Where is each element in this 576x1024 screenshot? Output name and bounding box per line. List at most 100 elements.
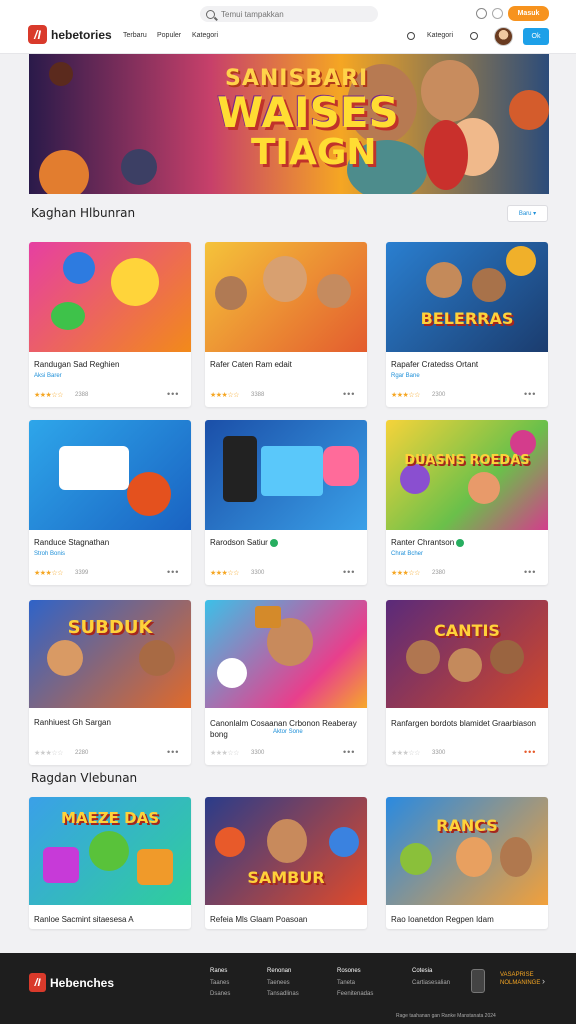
nav-item-populer[interactable]: Populer <box>157 32 181 39</box>
thumb-decoration <box>456 837 492 877</box>
copyright-text: Rage taahanan gan Ranke Manstanata 2024 <box>396 1013 496 1019</box>
game-thumbnail <box>29 420 191 530</box>
footer-column: Ranes Taanes Dsanes <box>210 968 230 1002</box>
game-title[interactable]: Refeia Mls Glaam Poasoan <box>210 915 360 924</box>
footer-link[interactable]: Feenitenadas <box>337 991 373 997</box>
game-thumbnail: BELERRAS <box>386 242 548 352</box>
game-card[interactable]: BELERRAS Rapafer Cratedss Ortant Rgar Ba… <box>386 242 548 407</box>
app-store-badge[interactable]: VASAPRISE NOLMANINGE <box>500 971 540 987</box>
sort-dropdown-label: Baru <box>518 210 532 217</box>
thumb-decoration <box>89 831 129 871</box>
verified-icon <box>456 538 465 547</box>
footer-link[interactable]: Taneta <box>337 980 373 986</box>
chevron-down-icon: ▾ <box>533 211 537 217</box>
thumb-decoration <box>223 436 257 502</box>
thumb-decoration <box>43 847 79 883</box>
game-card[interactable]: Randugan Sad Reghien Aksi Barer ★★★☆☆ 23… <box>29 242 191 407</box>
game-category[interactable]: Stroh Bonis <box>34 551 65 557</box>
phone-app-icon[interactable] <box>471 969 485 993</box>
more-options-icon[interactable]: ••• <box>524 389 536 399</box>
more-options-icon[interactable]: ••• <box>343 567 355 577</box>
play-count: 2280 <box>75 750 89 756</box>
search-input[interactable] <box>221 9 361 19</box>
nav-item-kategori[interactable]: Kategori <box>192 32 218 39</box>
game-category[interactable]: Rgar Bane <box>391 373 420 379</box>
rating-stars: ★★★☆☆ <box>391 392 420 399</box>
thumb-decoration <box>261 446 323 496</box>
game-title[interactable]: Ranter Chrantson <box>391 538 541 547</box>
game-card[interactable]: Canonlalm Cosaanan Crbonon Reaberay bong… <box>205 600 367 765</box>
search-icon[interactable] <box>407 32 415 40</box>
game-title[interactable]: Rarodson Satiur <box>210 538 360 547</box>
thumb-decoration <box>426 262 462 298</box>
more-options-icon[interactable]: ••• <box>524 567 536 577</box>
game-title[interactable]: Ranfargen bordots blamidet Graarbiason <box>391 718 541 740</box>
thumb-decoration <box>139 640 175 676</box>
thumb-decoration <box>448 648 482 682</box>
chevron-right-icon[interactable]: › <box>542 976 545 986</box>
sort-dropdown[interactable]: Baru ▾ <box>507 205 548 222</box>
game-title[interactable]: Ranhiuest Gh Sargan <box>34 718 184 727</box>
game-card[interactable]: SUBDUK Ranhiuest Gh Sargan ★★★☆☆ 2280 ••… <box>29 600 191 765</box>
footer-logo[interactable]: /I Hebenches <box>29 973 114 992</box>
thumb-decoration <box>255 606 281 628</box>
logo[interactable]: /I hebetories <box>28 25 112 44</box>
more-options-icon[interactable]: ••• <box>167 567 179 577</box>
footer-link[interactable]: Tansadlinas <box>267 991 299 997</box>
nav-item-terbaru[interactable]: Terbaru <box>123 32 147 39</box>
play-count: 3300 <box>432 750 446 756</box>
avatar[interactable] <box>494 27 513 46</box>
more-options-icon[interactable]: ••• <box>167 747 179 757</box>
logo-icon: /I <box>29 973 46 992</box>
footer-heading: Renonan <box>267 968 292 974</box>
hero-decoration <box>121 149 157 185</box>
more-options-icon[interactable]: ••• <box>343 389 355 399</box>
game-title[interactable]: Randugan Sad Reghien <box>34 360 184 369</box>
footer-link[interactable]: Taenees <box>267 980 299 986</box>
thumb-art-text: SUBDUK <box>67 617 153 638</box>
play-count: 3399 <box>75 570 89 576</box>
game-category[interactable]: Chrat Bcher <box>391 551 423 557</box>
rating-stars: ★★★☆☆ <box>34 392 63 399</box>
game-category[interactable]: Aktor Sone <box>273 729 303 735</box>
game-card[interactable]: MAEZE DAS Ranloe Sacmint sitaesesa A <box>29 797 191 929</box>
search-bar[interactable] <box>200 6 378 22</box>
footer-link[interactable]: Dsanes <box>210 991 230 997</box>
game-card[interactable]: RANCS Rao Ioanetdon Regpen Idam <box>386 797 548 929</box>
thumb-decoration <box>215 276 247 310</box>
hero-decoration <box>509 90 549 130</box>
footer-link[interactable]: Taanes <box>210 980 230 986</box>
play-count: 3300 <box>251 570 265 576</box>
game-card[interactable]: Rarodson Satiur ★★★☆☆ 3300 ••• <box>205 420 367 585</box>
search-icon[interactable] <box>470 32 478 40</box>
settings-icon[interactable] <box>492 8 503 19</box>
game-card[interactable]: SAMBUR Refeia Mls Glaam Poasoan <box>205 797 367 929</box>
nav-link-right[interactable]: Kategori <box>427 32 453 39</box>
thumb-decoration <box>323 446 359 486</box>
game-title[interactable]: Rao Ioanetdon Regpen Idam <box>391 915 541 924</box>
hero-banner[interactable]: SANISBARI WAISES TIAGN <box>29 54 549 194</box>
signin-button[interactable]: Masuk <box>508 6 549 21</box>
more-options-icon[interactable]: ••• <box>343 747 355 757</box>
rating-stars: ★★★☆☆ <box>391 750 420 757</box>
menu-button[interactable]: Ok <box>523 28 549 45</box>
thumb-decoration <box>127 472 171 516</box>
thumb-decoration <box>490 640 524 674</box>
game-title[interactable]: Rafer Caten Ram edait <box>210 360 360 369</box>
more-options-icon[interactable]: ••• <box>167 389 179 399</box>
thumb-decoration <box>137 849 173 885</box>
thumb-decoration <box>63 252 95 284</box>
game-title[interactable]: Ranloe Sacmint sitaesesa A <box>34 915 184 924</box>
footer-link[interactable]: Cartiasesalian <box>412 980 450 986</box>
game-card[interactable]: Randuce Stagnathan Stroh Bonis ★★★☆☆ 339… <box>29 420 191 585</box>
more-options-icon[interactable]: ••• <box>524 747 536 757</box>
game-title[interactable]: Rapafer Cratedss Ortant <box>391 360 541 369</box>
game-category[interactable]: Aksi Barer <box>34 373 62 379</box>
notification-icon[interactable] <box>476 8 487 19</box>
hero-decoration <box>49 62 73 86</box>
game-card[interactable]: DUASNS ROEDAS Ranter Chrantson Chrat Bch… <box>386 420 548 585</box>
game-title[interactable]: Randuce Stagnathan <box>34 538 184 547</box>
play-count: 2380 <box>432 570 446 576</box>
game-card[interactable]: CANTIS Ranfargen bordots blamidet Graarb… <box>386 600 548 765</box>
game-card[interactable]: Rafer Caten Ram edait ★★★☆☆ 3388 ••• <box>205 242 367 407</box>
